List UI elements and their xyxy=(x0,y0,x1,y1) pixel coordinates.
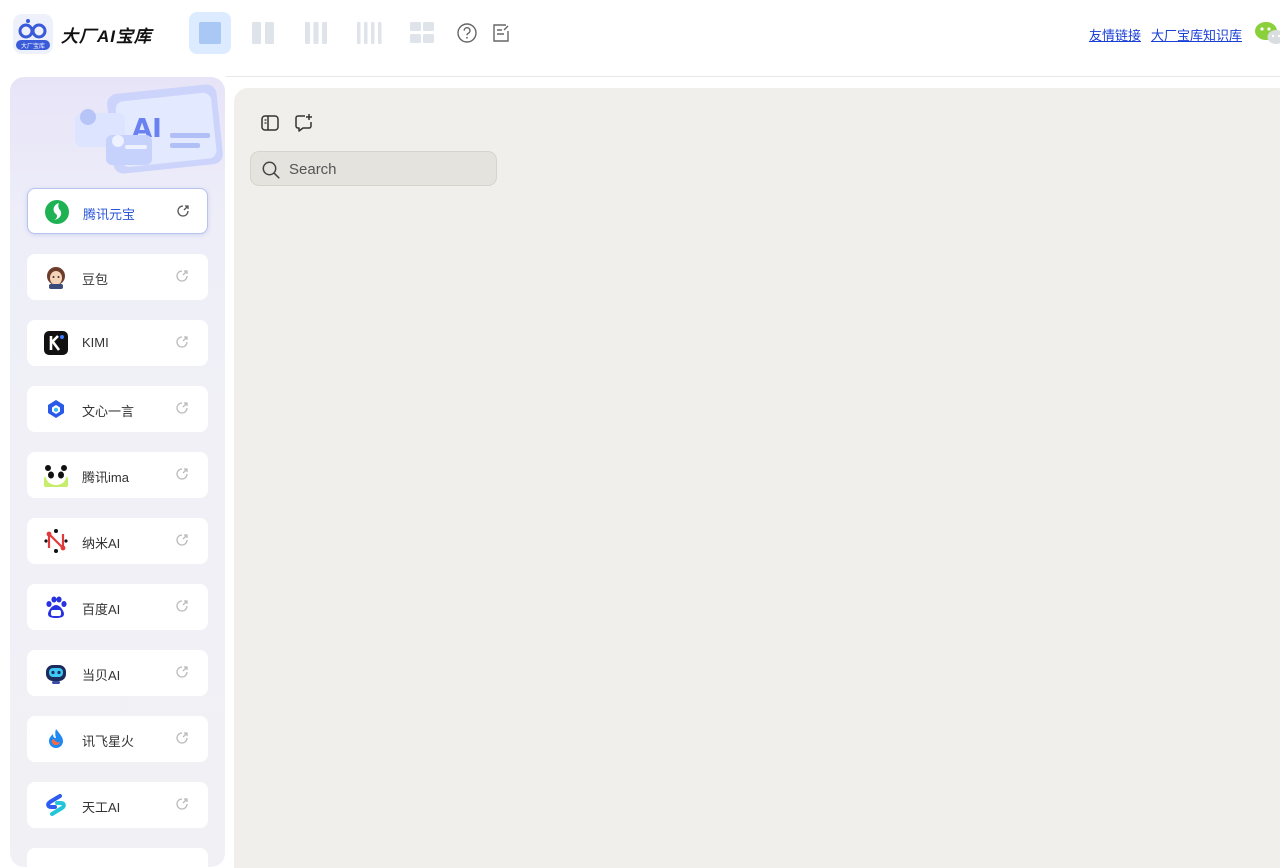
external-link-icon[interactable] xyxy=(175,401,189,415)
sidebar-item-tiangong[interactable]: 天工AI xyxy=(27,782,208,828)
brand-logo[interactable]: 大厂宝库 xyxy=(13,14,53,54)
external-link-icon[interactable] xyxy=(176,204,190,218)
sidebar-item-ima[interactable]: 腾讯ima xyxy=(27,452,208,498)
tiangong-icon xyxy=(44,793,68,817)
feedback-button[interactable] xyxy=(488,20,514,46)
nami-icon xyxy=(44,529,68,553)
dangbei-icon xyxy=(44,661,68,685)
sidebar-item-xinghuo[interactable]: 讯飞星火 xyxy=(27,716,208,762)
two-column-icon xyxy=(251,21,275,45)
chat-pane xyxy=(234,88,1280,868)
help-icon xyxy=(456,22,478,44)
sidebar-item-label: 天工AI xyxy=(82,797,120,816)
ai-chat-banner-illustration: AI xyxy=(70,83,225,193)
external-link-icon[interactable] xyxy=(175,335,189,349)
single-column-icon xyxy=(198,21,222,45)
sidebar-item-label: 豆包 xyxy=(82,269,108,288)
sidebar-item-label: 腾讯ima xyxy=(82,467,129,486)
sidebar-item-doubao[interactable]: 豆包 xyxy=(27,254,208,300)
logo-badge-text: 大厂宝库 xyxy=(21,42,45,50)
baidu-icon xyxy=(44,595,68,619)
pane-toolbar xyxy=(258,112,316,134)
sidebar-item-nami[interactable]: 纳米AI xyxy=(27,518,208,564)
sidebar-item-label: 文心一言 xyxy=(82,401,134,420)
knowledge-base-link[interactable]: 大厂宝库知识库 xyxy=(1151,25,1242,44)
layout-switcher xyxy=(189,12,522,54)
layout-three-column-button[interactable] xyxy=(295,12,337,54)
search-box[interactable] xyxy=(250,151,497,186)
sidebar-item-label: 纳米AI xyxy=(82,533,120,552)
sidebar-item-label: 当贝AI xyxy=(82,665,120,684)
layout-single-column-button[interactable] xyxy=(189,12,231,54)
new-chat-button[interactable] xyxy=(292,112,316,134)
external-link-icon[interactable] xyxy=(175,533,189,547)
layout-four-column-button[interactable] xyxy=(348,12,390,54)
external-link-icon[interactable] xyxy=(175,467,189,481)
sidebar-item-baidu[interactable]: 百度AI xyxy=(27,584,208,630)
doubao-icon xyxy=(44,265,68,289)
sidebar-item-label: 百度AI xyxy=(82,599,120,618)
new-chat-icon xyxy=(294,113,314,133)
top-links: 友情链接 大厂宝库知识库 xyxy=(1089,25,1242,44)
search-icon xyxy=(261,160,281,180)
sidebar-item-label: 讯飞星火 xyxy=(82,731,134,750)
wenxin-icon xyxy=(44,397,68,421)
sidebar-item-partial[interactable] xyxy=(27,848,208,867)
sidebar-item-kimi[interactable]: KIMI xyxy=(27,320,208,366)
external-link-icon[interactable] xyxy=(175,599,189,613)
sidebar-item-label: KIMI xyxy=(82,335,109,350)
ima-icon xyxy=(44,463,68,487)
sidebar-toggle-icon xyxy=(260,113,280,133)
search-input[interactable] xyxy=(289,158,489,180)
layout-two-column-button[interactable] xyxy=(242,12,284,54)
wechat-icon[interactable] xyxy=(1254,20,1280,48)
kimi-icon xyxy=(44,331,68,355)
brand-title: 大厂AI宝库 xyxy=(61,22,152,47)
feedback-icon xyxy=(491,23,511,43)
external-link-icon[interactable] xyxy=(175,731,189,745)
external-link-icon[interactable] xyxy=(175,797,189,811)
help-button[interactable] xyxy=(454,20,480,46)
sidebar-item-yuanbao[interactable]: 腾讯元宝 xyxy=(27,188,208,234)
toggle-sidebar-button[interactable] xyxy=(258,112,282,134)
sidebar-item-dangbei[interactable]: 当贝AI xyxy=(27,650,208,696)
sidebar-item-label: 腾讯元宝 xyxy=(83,204,135,223)
yuanbao-icon xyxy=(45,200,69,224)
sidebar-item-wenxin[interactable]: 文心一言 xyxy=(27,386,208,432)
xinghuo-icon xyxy=(44,727,68,751)
three-column-icon xyxy=(304,21,328,45)
sidebar: AI 腾讯元宝 豆包 KIMI 文心一言 腾讯ima 纳米AI xyxy=(10,77,225,867)
four-column-icon xyxy=(356,21,382,45)
top-bar: 大厂宝库 大厂AI宝库 友情链接 大厂宝库知识库 xyxy=(0,0,1280,70)
friend-links-link[interactable]: 友情链接 xyxy=(1089,25,1141,44)
external-link-icon[interactable] xyxy=(175,665,189,679)
layout-grid-button[interactable] xyxy=(401,12,443,54)
main-divider xyxy=(226,76,1280,77)
grid-icon xyxy=(409,21,435,45)
external-link-icon[interactable] xyxy=(175,269,189,283)
